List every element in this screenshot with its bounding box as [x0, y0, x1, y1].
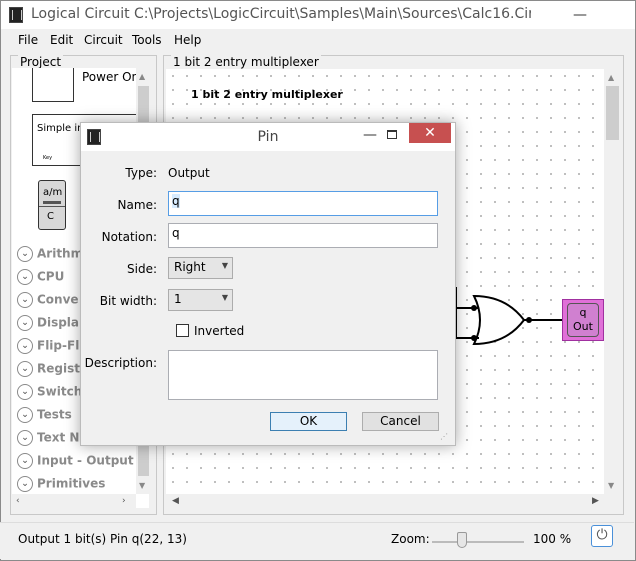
ok-button[interactable]: OK	[270, 412, 347, 431]
chevron-down-icon: ▼	[221, 261, 228, 270]
junction-2	[471, 335, 477, 341]
description-field[interactable]	[168, 350, 438, 400]
notation-label: Notation:	[101, 230, 157, 244]
window-title: Logical Circuit C:\Projects\LogicCircuit…	[31, 6, 531, 22]
canvas-hscrollbar[interactable]: ◀ ▶	[166, 494, 604, 511]
side-label: Side:	[127, 262, 157, 276]
category-textn[interactable]: ⌄ Text N	[17, 430, 79, 446]
menu-edit[interactable]: Edit	[50, 33, 73, 47]
dialog-title-bar: Pin — ✕	[81, 123, 455, 151]
category-primitives[interactable]: ⌄ Primitives	[17, 476, 105, 492]
zoom-value: 100 %	[533, 532, 572, 546]
description-label: Description:	[84, 356, 157, 370]
am-label: a/m	[43, 187, 63, 198]
type-value: Output	[168, 166, 210, 180]
power-icon: ⏻	[596, 527, 608, 543]
category-cpu[interactable]: ⌄ CPU	[17, 269, 64, 285]
bitwidth-select[interactable]: 1 ▼	[168, 289, 233, 311]
circuit-panel-label: 1 bit 2 entry multiplexer	[171, 55, 321, 69]
category-tests[interactable]: ⌄ Tests	[17, 407, 72, 423]
category-switch[interactable]: ⌄ Switch	[17, 384, 82, 400]
resize-grip-icon[interactable]: ⋰	[440, 432, 448, 441]
chevron-down-icon: ⌄	[17, 430, 33, 446]
canvas-vscroll-thumb[interactable]	[606, 86, 619, 140]
out-pin-label: Out	[573, 320, 593, 333]
name-label: Name:	[117, 198, 157, 212]
chevron-down-icon: ⌄	[17, 315, 33, 331]
notation-field[interactable]: q	[168, 223, 438, 248]
project-hscrollbar[interactable]: ‹ ›	[12, 494, 136, 509]
chevron-down-icon: ⌄	[17, 269, 33, 285]
inverted-checkbox[interactable]	[176, 324, 189, 337]
canvas-title: 1 bit 2 entry multiplexer	[191, 88, 343, 101]
dialog-maximize-button[interactable]	[387, 130, 397, 139]
cancel-button[interactable]: Cancel	[362, 412, 439, 431]
power-button[interactable]: ⏻	[591, 525, 613, 547]
category-arithm[interactable]: ⌄ Arithm	[17, 246, 83, 262]
junction-1	[471, 305, 477, 311]
menu-bar: File Edit Circuit Tools Help	[1, 31, 635, 51]
canvas-vscrollbar[interactable]: ▲ ▼	[604, 69, 621, 494]
chevron-down-icon: ▼	[221, 293, 228, 302]
type-label: Type:	[125, 166, 157, 180]
category-displa[interactable]: ⌄ Displa	[17, 315, 79, 331]
minimize-button[interactable]: —	[573, 7, 587, 23]
chevron-down-icon: ⌄	[17, 361, 33, 377]
chevron-down-icon: ⌄	[17, 453, 33, 469]
name-field[interactable]: q	[168, 191, 438, 216]
close-icon: ✕	[424, 125, 436, 141]
scroll-right-icon[interactable]: ▶	[592, 496, 599, 506]
title-bar: Logical Circuit C:\Projects\LogicCircuit…	[1, 1, 635, 29]
menu-help[interactable]: Help	[174, 33, 201, 47]
out-pin-selection[interactable]: q Out	[562, 299, 604, 341]
app-icon	[9, 7, 23, 23]
out-pin-name: q	[579, 306, 587, 319]
dialog-minimize-button[interactable]: —	[363, 127, 377, 143]
chevron-down-icon: ⌄	[17, 476, 33, 492]
c-label: C	[47, 211, 54, 222]
pin-dialog: Pin — ✕ Type: Output Name: q Notation: q…	[80, 122, 456, 446]
chevron-down-icon: ⌄	[17, 246, 33, 262]
zoom-slider-track[interactable]	[432, 541, 524, 543]
scroll-up-icon[interactable]: ▲	[608, 73, 614, 82]
key-label: Key	[43, 155, 53, 161]
status-text: Output 1 bit(s) Pin q(22, 13)	[18, 532, 187, 546]
menu-tools[interactable]: Tools	[132, 33, 162, 47]
or-gate[interactable]	[472, 294, 526, 346]
chevron-down-icon: ⌄	[17, 292, 33, 308]
scroll-down-icon[interactable]: ▼	[139, 481, 145, 490]
category-conve[interactable]: ⌄ Conve	[17, 292, 79, 308]
power-on-component[interactable]	[32, 68, 74, 102]
scroll-up-icon[interactable]: ▲	[139, 72, 145, 81]
am-divider	[39, 206, 65, 207]
category-input-output[interactable]: ⌄ Input - Output	[17, 453, 134, 469]
menu-file[interactable]: File	[18, 33, 38, 47]
scroll-down-icon[interactable]: ▼	[608, 481, 614, 490]
am-component[interactable]: a/m C	[38, 180, 66, 230]
scroll-right-icon[interactable]: ›	[122, 496, 126, 506]
project-panel-label: Project	[18, 55, 64, 69]
chevron-down-icon: ⌄	[17, 407, 33, 423]
zoom-slider-thumb[interactable]	[457, 532, 467, 548]
category-flipfl[interactable]: ⌄ Flip-Fl	[17, 338, 79, 354]
simple-input-label: Simple in	[37, 123, 84, 134]
dialog-close-button[interactable]: ✕	[409, 123, 451, 143]
zoom-label: Zoom:	[391, 532, 430, 546]
bitwidth-label: Bit width:	[99, 294, 157, 308]
category-regist[interactable]: ⌄ Regist	[17, 361, 80, 377]
dialog-title: Pin	[257, 129, 279, 145]
inverted-label: Inverted	[194, 324, 245, 338]
out-pin[interactable]: q Out	[567, 303, 599, 337]
scroll-left-icon[interactable]: ‹	[16, 496, 20, 506]
menu-circuit[interactable]: Circuit	[84, 33, 123, 47]
junction-out	[526, 317, 532, 323]
am-bar	[43, 201, 61, 204]
power-on-label: Power On	[82, 70, 140, 84]
side-select[interactable]: Right ▼	[168, 257, 233, 279]
chevron-down-icon: ⌄	[17, 384, 33, 400]
chevron-down-icon: ⌄	[17, 338, 33, 354]
scroll-left-icon[interactable]: ◀	[172, 496, 179, 506]
